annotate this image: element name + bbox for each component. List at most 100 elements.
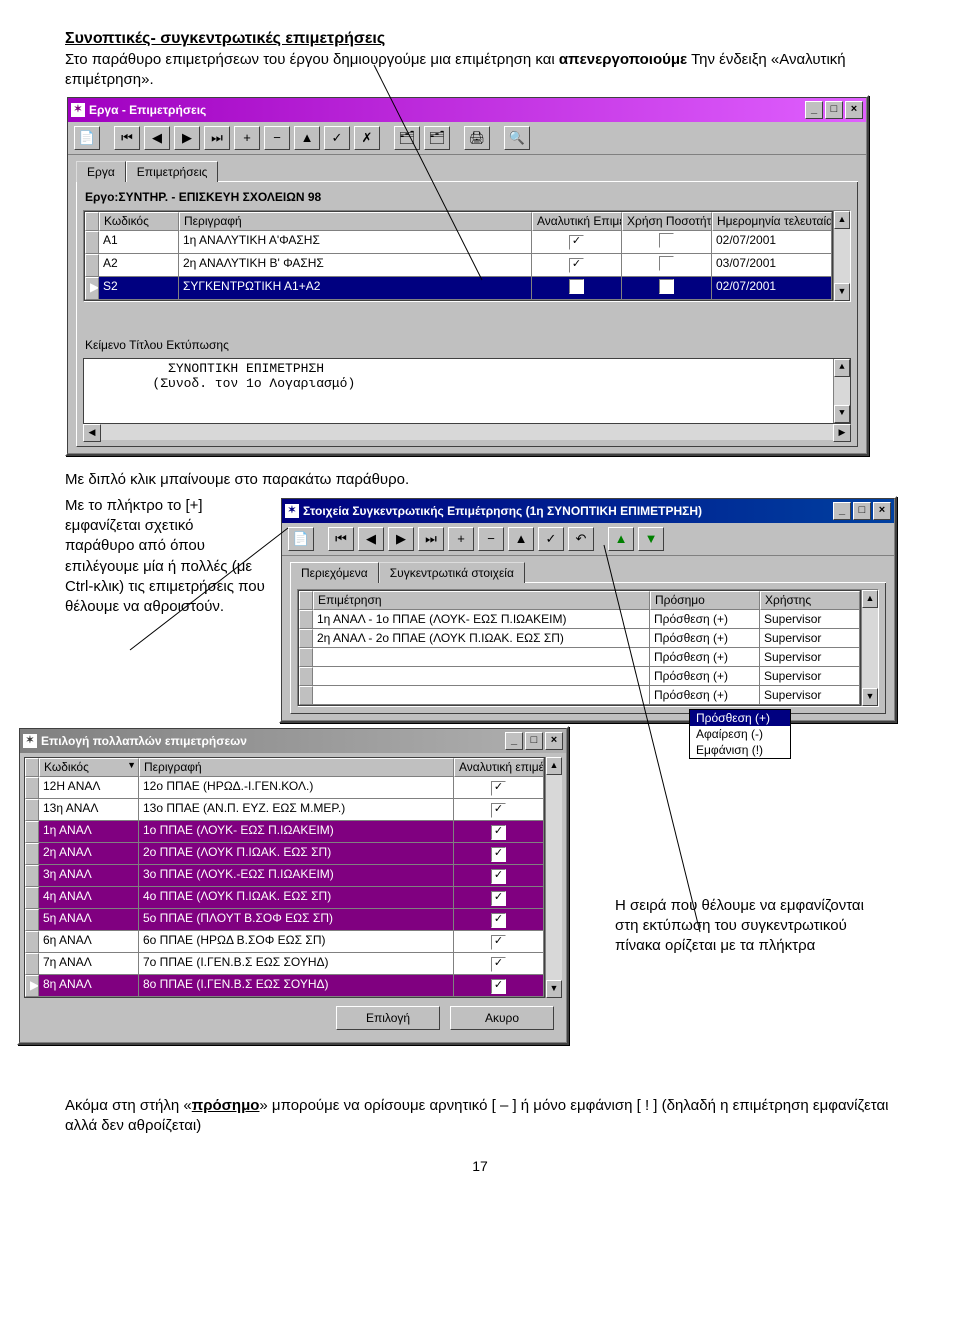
nav-first-icon[interactable]: ⏮ [114, 126, 140, 150]
close-button[interactable]: × [545, 732, 563, 750]
print-title-memo[interactable]: ΣΥΝΟΠΤΙΚΗ ΕΠΙΜΕΤΡΗΣΗ (Συνοδ. τον 1ο Λογα… [83, 358, 851, 424]
move-up-icon[interactable]: ▲ [608, 527, 634, 551]
tool-ico1[interactable]: 🗂 [394, 126, 420, 150]
checkbox[interactable] [659, 279, 674, 294]
window2-title: Στοιχεία Συγκεντρωτικής Επιμέτρησης (1η … [303, 504, 702, 518]
table-row[interactable]: 4η ΑΝΑΛ4ο ΠΠΑΕ (ΛΟΥΚ Π.ΙΩΑΚ. ΕΩΣ ΣΠ)✓ [25, 887, 544, 909]
checkbox[interactable]: ✓ [569, 258, 584, 273]
maximize-button[interactable]: □ [853, 502, 871, 520]
scroll-up-icon[interactable]: ▲ [834, 211, 850, 229]
minimize-button[interactable]: _ [805, 101, 823, 119]
checkbox[interactable]: ✓ [491, 935, 506, 950]
scroll-down-icon[interactable]: ▼ [862, 688, 878, 706]
minimize-button[interactable]: _ [833, 502, 851, 520]
scroll-up-icon[interactable]: ▲ [546, 757, 562, 775]
checkbox[interactable] [659, 233, 674, 248]
nav-last-icon[interactable]: ⏭ [204, 126, 230, 150]
memo-text: ΣΥΝΟΠΤΙΚΗ ΕΠΙΜΕΤΡΗΣΗ (Συνοδ. τον 1ο Λογα… [90, 361, 355, 391]
nav-plus-icon[interactable]: + [234, 126, 260, 150]
table-row[interactable]: Πρόσθεση (+)Supervisor [299, 686, 860, 705]
table-row[interactable]: ▶S2ΣΥΓΚΕΝΤΡΩΤΙΚΗ Α1+Α202/07/2001 [85, 277, 832, 300]
nav-cancel-icon[interactable]: ↶ [568, 527, 594, 551]
maximize-button[interactable]: □ [825, 101, 843, 119]
app-icon: ✶ [23, 734, 37, 748]
checkbox[interactable]: ✓ [491, 847, 506, 862]
table-row[interactable]: 5η ΑΝΑΛ5ο ΠΠΑΕ (ΠΛΟΥΤ Β.ΣΟΦ ΕΩΣ ΣΠ)✓ [25, 909, 544, 931]
tool-print-icon[interactable]: 🖨 [464, 126, 490, 150]
nav-plus-icon[interactable]: + [448, 527, 474, 551]
nav-cancel-icon[interactable]: ✗ [354, 126, 380, 150]
page-number: 17 [65, 1158, 895, 1174]
table-row[interactable]: 6η ΑΝΑΛ6ο ΠΠΑΕ (ΗΡΩΔ Β.ΣΟΦ ΕΩΣ ΣΠ)✓ [25, 931, 544, 953]
tab-periexomena[interactable]: Περιεχόμενα [290, 562, 379, 583]
close-button[interactable]: × [873, 502, 891, 520]
nav-minus-icon[interactable]: − [478, 527, 504, 551]
popup-item[interactable]: Αφαίρεση (-) [690, 726, 790, 742]
titlebar3: ✶ Επιλογή πολλαπλών επιμετρήσεων _ □ × [20, 729, 566, 753]
checkbox[interactable]: ✓ [491, 869, 506, 884]
checkbox[interactable]: ✓ [491, 781, 506, 796]
maximize-button[interactable]: □ [525, 732, 543, 750]
tool-add-icon[interactable]: 📄 [288, 527, 314, 551]
nav-first-icon[interactable]: ⏮ [328, 527, 354, 551]
nav-prev-icon[interactable]: ◀ [144, 126, 170, 150]
nav-ok-icon[interactable]: ✓ [538, 527, 564, 551]
nav-last-icon[interactable]: ⏭ [418, 527, 444, 551]
select-button[interactable]: Επιλογή [336, 1006, 440, 1030]
tool-search-icon[interactable]: 🔍 [504, 126, 530, 150]
hscroll-left-icon[interactable]: ◀ [83, 424, 101, 442]
table-row[interactable]: 13η ΑΝΑΛ13ο ΠΠΑΕ (ΑΝ.Π. ΕΥΖ. ΕΩΣ Μ.ΜΕΡ.)… [25, 799, 544, 821]
table-row[interactable]: Πρόσθεση (+)Supervisor [299, 648, 860, 667]
hscroll-right-icon[interactable]: ▶ [833, 424, 851, 442]
table-row[interactable]: 2η ΑΝΑΛ2ο ΠΠΑΕ (ΛΟΥΚ Π.ΙΩΑΚ. ΕΩΣ ΣΠ)✓ [25, 843, 544, 865]
memo-scroll-up-icon[interactable]: ▲ [834, 359, 850, 377]
checkbox[interactable]: ✓ [491, 979, 506, 994]
tab-erga[interactable]: Εργα [76, 161, 126, 182]
table-row[interactable]: 12Η ΑΝΑΛ12ο ΠΠΑΕ (ΗΡΩΔ.-Ι.ΓΕΝ.ΚΟΛ.)✓ [25, 777, 544, 799]
memo-scroll-down-icon[interactable]: ▼ [834, 405, 850, 423]
checkbox[interactable] [659, 256, 674, 271]
prosimo-dropdown[interactable]: Πρόσθεση (+) Αφαίρεση (-) Εμφάνιση (!) [689, 709, 791, 759]
nav-next-icon[interactable]: ▶ [388, 527, 414, 551]
nav-prev-icon[interactable]: ◀ [358, 527, 384, 551]
scroll-up-icon[interactable]: ▲ [862, 590, 878, 608]
hdr-use: Χρήση Ποσοτήτων Χρήστη [622, 212, 712, 231]
tool-ico2[interactable]: 🗂 [424, 126, 450, 150]
table-row[interactable]: 7η ΑΝΑΛ7ο ΠΠΑΕ (Ι.ΓΕΝ.Β.Σ ΕΩΣ ΣΟΥΗΔ)✓ [25, 953, 544, 975]
scroll-down-icon[interactable]: ▼ [834, 283, 850, 301]
nav-ok-icon[interactable]: ✓ [324, 126, 350, 150]
cancel-button[interactable]: Ακυρο [450, 1006, 554, 1030]
table-row[interactable]: 2η ΑΝΑΛ - 2ο ΠΠΑΕ (ΛΟΥΚ Π.ΙΩΑΚ. ΕΩΣ ΣΠ)Π… [299, 629, 860, 648]
table-row[interactable]: A22η ΑΝΑΛΥΤΙΚΗ Β' ΦΑΣΗΣ✓03/07/2001 [85, 254, 832, 277]
checkbox[interactable]: ✓ [491, 913, 506, 928]
table-row[interactable]: A11η ΑΝΑΛΥΤΙΚΗ Α'ΦΑΣΗΣ✓02/07/2001 [85, 231, 832, 254]
nav-minus-icon[interactable]: − [264, 126, 290, 150]
minimize-button[interactable]: _ [505, 732, 523, 750]
tab-epimetriseis[interactable]: Επιμετρήσεις [126, 161, 219, 182]
table-row[interactable]: Πρόσθεση (+)Supervisor [299, 667, 860, 686]
checkbox[interactable]: ✓ [569, 235, 584, 250]
checkbox[interactable]: ✓ [491, 891, 506, 906]
scroll-down-icon[interactable]: ▼ [546, 980, 562, 998]
table-row[interactable]: 1η ΑΝΑΛ - 1ο ΠΠΑΕ (ΛΟΥΚ- ΕΩΣ Π.ΙΩΑΚΕΙΜ)Π… [299, 610, 860, 629]
table-row[interactable]: 3η ΑΝΑΛ3ο ΠΠΑΕ (ΛΟΥΚ.-ΕΩΣ Π.ΙΩΑΚΕΙΜ)✓ [25, 865, 544, 887]
hdr-anal: Αναλυτική επιμέτρηση [454, 758, 544, 777]
nav-edit-icon[interactable]: ▲ [294, 126, 320, 150]
table-row[interactable]: ▶8η ΑΝΑΛ8ο ΠΠΑΕ (Ι.ΓΕΝ.Β.Σ ΕΩΣ ΣΟΥΗΔ)✓ [25, 975, 544, 997]
checkbox[interactable]: ✓ [491, 803, 506, 818]
hdr-user: Χρήστης [760, 591, 860, 610]
checkbox[interactable] [569, 279, 584, 294]
nav-next-icon[interactable]: ▶ [174, 126, 200, 150]
table-row[interactable]: 1η ΑΝΑΛ1ο ΠΠΑΕ (ΛΟΥΚ- ΕΩΣ Π.ΙΩΑΚΕΙΜ)✓ [25, 821, 544, 843]
close-button[interactable]: × [845, 101, 863, 119]
tab-sygk[interactable]: Συγκεντρωτικά στοιχεία [379, 562, 525, 583]
popup-item[interactable]: Εμφάνιση (!) [690, 742, 790, 758]
tool-add-icon[interactable]: 📄 [74, 126, 100, 150]
titlebar: ✶ Εργα - Επιμετρήσεις _ □ × [68, 98, 866, 122]
checkbox[interactable]: ✓ [491, 957, 506, 972]
checkbox[interactable]: ✓ [491, 825, 506, 840]
nav-edit-icon[interactable]: ▲ [508, 527, 534, 551]
move-down-icon[interactable]: ▼ [638, 527, 664, 551]
popup-item[interactable]: Πρόσθεση (+) [690, 710, 790, 726]
sort-icon[interactable]: ▼ [127, 761, 136, 771]
